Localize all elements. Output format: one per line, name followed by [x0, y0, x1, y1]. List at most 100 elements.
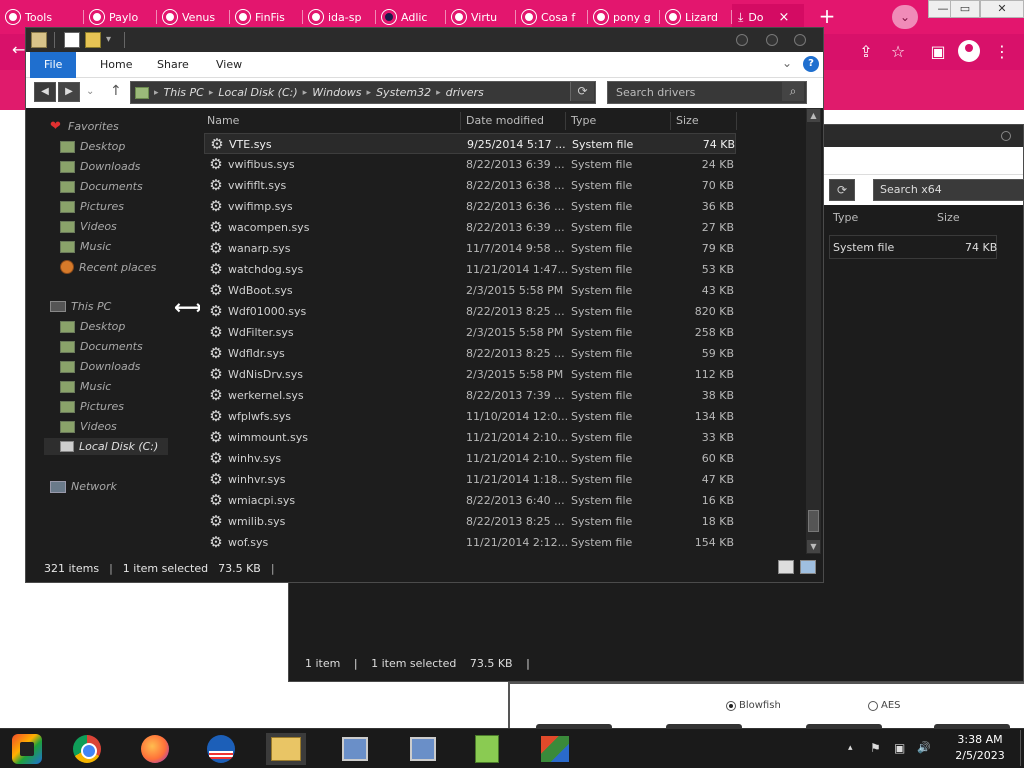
sidebar-item-documents[interactable]: Documents: [60, 340, 143, 353]
system-clock[interactable]: 3:38 AM 2/5/2023: [940, 732, 1020, 764]
sidebar-item-videos[interactable]: Videos: [60, 220, 117, 233]
table-row[interactable]: ⚙ watchdog.sys 11/21/2014 1:47... System fi…: [204, 259, 736, 280]
share-icon[interactable]: ⇪: [854, 40, 878, 64]
column-header-type[interactable]: Type: [571, 114, 596, 127]
table-row[interactable]: ⚙ werkernel.sys 8/22/2013 7:39 ... System f…: [204, 385, 736, 406]
sidebar-item-local-disk[interactable]: Local Disk (C:): [44, 438, 168, 455]
radio-blowfish[interactable]: Blowfish: [726, 700, 781, 711]
taskbar-chrome[interactable]: [70, 733, 104, 765]
tab-share[interactable]: Share: [143, 52, 203, 78]
network-icon[interactable]: ▣: [894, 741, 905, 755]
table-row[interactable]: ⚙ wacompen.sys 8/22/2013 6:39 ... System fi…: [204, 217, 736, 238]
sidebar-network[interactable]: Network: [50, 480, 117, 493]
column-header-type[interactable]: Type: [833, 211, 858, 224]
window-control-icon[interactable]: [1001, 131, 1011, 141]
column-header-name[interactable]: Name: [207, 114, 239, 127]
show-desktop-button[interactable]: [1020, 730, 1024, 766]
tab-view[interactable]: View: [202, 52, 256, 78]
table-row[interactable]: ⚙ WdFilter.sys 2/3/2015 5:58 PM System file…: [204, 322, 736, 343]
large-icons-view-icon[interactable]: [800, 560, 816, 574]
action-center-flag-icon[interactable]: ⚑: [870, 741, 881, 755]
table-row[interactable]: ⚙ vwifimp.sys 8/22/2013 6:36 ... System fil…: [204, 196, 736, 217]
scroll-down-icon[interactable]: ▼: [807, 540, 820, 553]
minimize-button[interactable]: [736, 34, 748, 46]
breadcrumb-drivers[interactable]: drivers: [446, 86, 484, 99]
table-row[interactable]: ⚙ wmiacpi.sys 8/22/2013 6:40 ... System fil…: [204, 490, 736, 511]
breadcrumb-windows[interactable]: Windows: [312, 86, 361, 99]
maximize-button[interactable]: ▭: [950, 0, 980, 18]
column-header-size[interactable]: Size: [676, 114, 699, 127]
explorer-window[interactable]: ▾ File Home Share View ⌄ ? ◀ ▶ ⌄ ↑ ▸ Thi…: [25, 27, 824, 583]
breadcrumb-this-pc[interactable]: This PC: [164, 86, 204, 99]
tab-home[interactable]: Home: [86, 52, 146, 78]
menu-kebab-icon[interactable]: ⋮: [990, 40, 1014, 64]
bookmark-star-icon[interactable]: ☆: [886, 40, 910, 64]
table-row[interactable]: ⚙ vwifibus.sys 8/22/2013 6:39 ... System fi…: [204, 154, 736, 175]
breadcrumb-separator[interactable]: ▸: [209, 88, 214, 98]
volume-icon[interactable]: 🔊: [917, 741, 931, 754]
search-input[interactable]: Search x64: [873, 179, 1024, 201]
up-button[interactable]: ↑: [110, 83, 122, 99]
taskbar-firefox[interactable]: [138, 733, 172, 765]
table-row[interactable]: ⚙ WdBoot.sys 2/3/2015 5:58 PM System file 43…: [204, 280, 736, 301]
sidebar-item-music[interactable]: Music: [60, 240, 111, 253]
radio-aes[interactable]: AES: [868, 700, 901, 711]
taskbar-notepad[interactable]: [470, 733, 504, 765]
table-row[interactable]: ⚙ Wdfldr.sys 8/22/2013 8:25 ... System file…: [204, 343, 736, 364]
taskbar-app[interactable]: [204, 733, 238, 765]
expand-ribbon-icon[interactable]: ⌄: [782, 56, 792, 70]
taskbar-remote-app[interactable]: [406, 733, 440, 765]
address-bar[interactable]: ▸ This PC ▸ Local Disk (C:) ▸ Windows ▸ …: [130, 81, 596, 104]
close-button[interactable]: [794, 34, 806, 46]
sidebar-item-recent-places[interactable]: Recent places: [60, 260, 156, 274]
table-row[interactable]: ⚙ wfplwfs.sys 11/10/2014 12:0... System fil…: [204, 406, 736, 427]
back-button[interactable]: ◀: [34, 82, 56, 102]
profile-avatar[interactable]: [958, 40, 980, 62]
table-row-selected[interactable]: ⚙ VTE.sys 9/25/2014 5:17 ... System file 74 …: [204, 133, 736, 154]
refresh-icon[interactable]: ⟳: [829, 179, 855, 201]
column-header-date[interactable]: Date modified: [466, 114, 544, 127]
breadcrumb-separator[interactable]: ▸: [436, 88, 441, 98]
table-row[interactable]: ⚙ wimmount.sys 11/21/2014 2:10... System fi…: [204, 427, 736, 448]
sidebar-item-music[interactable]: Music: [60, 380, 111, 393]
table-row[interactable]: ⚙ vwififlt.sys 8/22/2013 6:38 ... System fi…: [204, 175, 736, 196]
sidebar-item-pictures[interactable]: Pictures: [60, 200, 124, 213]
table-row[interactable]: ⚙ wmilib.sys 8/22/2013 8:25 ... System file…: [204, 511, 736, 532]
breadcrumb-system32[interactable]: System32: [376, 86, 431, 99]
properties-icon[interactable]: [64, 32, 80, 48]
taskbar-remote-app[interactable]: [338, 733, 372, 765]
vertical-scrollbar[interactable]: ▲ ▼: [806, 108, 821, 554]
close-button[interactable]: ✕: [980, 0, 1024, 18]
sidebar-item-documents[interactable]: Documents: [60, 180, 143, 193]
search-input[interactable]: Search drivers: [607, 81, 807, 104]
sidebar-this-pc[interactable]: This PC: [50, 300, 111, 313]
help-icon[interactable]: ?: [803, 56, 819, 72]
sidebar-item-pictures[interactable]: Pictures: [60, 400, 124, 413]
sidebar-item-downloads[interactable]: Downloads: [60, 360, 140, 373]
show-hidden-icons-chevron[interactable]: ▴: [848, 743, 853, 753]
side-panel-icon[interactable]: ▣: [926, 40, 950, 64]
sidebar-item-desktop[interactable]: Desktop: [60, 320, 125, 333]
sidebar-item-desktop[interactable]: Desktop: [60, 140, 125, 153]
back-arrow-icon[interactable]: ←: [12, 40, 25, 59]
new-folder-icon[interactable]: [85, 32, 101, 48]
breadcrumb-local-disk[interactable]: Local Disk (C:): [218, 86, 297, 99]
breadcrumb-separator[interactable]: ▸: [367, 88, 372, 98]
column-header-size[interactable]: Size: [937, 211, 960, 224]
table-row[interactable]: ⚙ WdNisDrv.sys 2/3/2015 5:58 PM System file…: [204, 364, 736, 385]
sidebar-item-downloads[interactable]: Downloads: [60, 160, 140, 173]
forward-button[interactable]: ▶: [58, 82, 80, 102]
table-row[interactable]: ⚙ wof.sys 11/21/2014 2:12... System file 154…: [204, 532, 736, 553]
taskbar-file-explorer[interactable]: [266, 733, 306, 765]
maximize-button[interactable]: [766, 34, 778, 46]
tab-file[interactable]: File: [30, 52, 77, 78]
sidebar-item-videos[interactable]: Videos: [60, 420, 117, 433]
refresh-icon[interactable]: ⟳: [570, 82, 594, 101]
sidebar-favorites[interactable]: ❤ Favorites: [50, 120, 119, 134]
search-icon[interactable]: ⌕: [782, 82, 804, 101]
start-button[interactable]: [10, 733, 44, 765]
table-row[interactable]: ⚙ Wdf01000.sys 8/22/2013 8:25 ... System fi…: [204, 301, 736, 322]
scroll-up-icon[interactable]: ▲: [807, 109, 820, 122]
scroll-thumb[interactable]: [808, 510, 819, 532]
tab-close-icon[interactable]: ×: [779, 10, 790, 25]
